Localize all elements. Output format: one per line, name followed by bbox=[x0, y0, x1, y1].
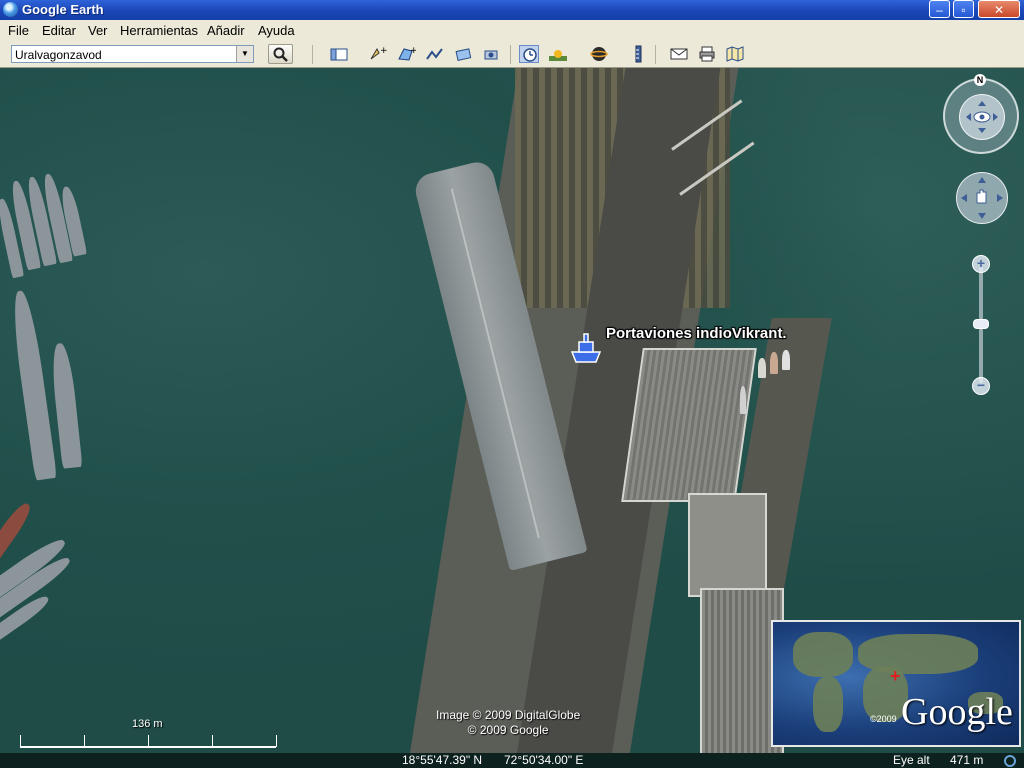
add-image-overlay-icon[interactable] bbox=[454, 45, 474, 63]
continent bbox=[813, 677, 843, 732]
moored-ship bbox=[8, 289, 58, 481]
continent bbox=[793, 632, 853, 677]
attribution-line: © 2009 Google bbox=[467, 723, 549, 737]
status-bar: 18°55'47.39" N 72°50'34.00" E Eye alt 47… bbox=[0, 753, 1024, 768]
warehouse-building bbox=[688, 493, 767, 597]
search-dropdown-button[interactable]: ▼ bbox=[236, 46, 253, 62]
look-control[interactable] bbox=[943, 78, 1019, 154]
small-boat bbox=[770, 352, 778, 374]
svg-text:+: + bbox=[380, 46, 387, 56]
add-placemark-icon[interactable]: + bbox=[367, 45, 388, 63]
maximize-button[interactable]: ▫ bbox=[953, 0, 974, 18]
svg-text:+: + bbox=[410, 46, 416, 56]
menu-herramientas[interactable]: Herramientas bbox=[120, 23, 198, 38]
minimize-button[interactable]: – bbox=[929, 0, 950, 18]
zoom-in-button[interactable]: + bbox=[972, 255, 990, 273]
latitude-readout: 18°55'47.39" N bbox=[402, 753, 483, 767]
view-in-maps-icon[interactable] bbox=[725, 45, 745, 63]
search-button[interactable] bbox=[268, 44, 293, 64]
close-button[interactable]: ✕ bbox=[978, 0, 1020, 18]
search-value: Uralvagonzavod bbox=[15, 48, 102, 62]
zoom-thumb[interactable] bbox=[973, 319, 989, 329]
eye-alt-value: 471 m bbox=[950, 753, 984, 767]
add-polygon-icon[interactable]: + bbox=[396, 45, 418, 63]
zoom-slider[interactable]: + − bbox=[972, 255, 990, 395]
scale-tick bbox=[212, 735, 213, 747]
menu-anadir[interactable]: Añadir bbox=[207, 23, 245, 38]
menu-ver[interactable]: Ver bbox=[88, 23, 108, 38]
hand-icon bbox=[961, 177, 1003, 219]
small-boat bbox=[758, 358, 766, 378]
moored-ship bbox=[49, 342, 83, 469]
look-center[interactable] bbox=[959, 94, 1005, 140]
scale-tick bbox=[20, 735, 21, 747]
longitude-readout: 72°50'34.00" E bbox=[504, 753, 584, 767]
sunlight-icon[interactable] bbox=[548, 45, 568, 63]
ship-placemark-icon[interactable] bbox=[566, 330, 606, 366]
menu-file[interactable]: File bbox=[8, 23, 29, 38]
google-earth-icon bbox=[3, 2, 18, 17]
toolbar: Uralvagonzavod ▼ + + bbox=[0, 42, 1024, 68]
menu-bar: File Editar Ver Herramientas Añadir Ayud… bbox=[0, 20, 1024, 43]
add-path-icon[interactable] bbox=[425, 45, 445, 63]
imagery-attribution: Image © 2009 DigitalGlobe © 2009 Google bbox=[436, 708, 580, 738]
small-boat bbox=[740, 386, 746, 414]
eye-alt-label: Eye alt bbox=[893, 753, 930, 767]
small-boat bbox=[782, 350, 790, 370]
toolbar-separator bbox=[510, 45, 511, 64]
scale-tick bbox=[84, 735, 85, 747]
overview-map[interactable]: + ©2009 Google bbox=[771, 620, 1021, 747]
eye-icon bbox=[966, 101, 998, 133]
north-indicator[interactable]: N bbox=[974, 74, 986, 86]
overview-copyright: ©2009 bbox=[870, 714, 897, 724]
search-input[interactable]: Uralvagonzavod ▼ bbox=[11, 45, 254, 63]
window-title: Google Earth bbox=[22, 2, 104, 17]
switch-to-sky-icon[interactable] bbox=[589, 45, 609, 63]
toolbar-separator bbox=[655, 45, 656, 64]
ruler-icon[interactable] bbox=[628, 45, 648, 63]
title-bar: Google Earth – ▫ ✕ bbox=[0, 0, 1024, 20]
historical-imagery-icon[interactable] bbox=[519, 45, 539, 63]
placemark-label[interactable]: Portaviones indioVikrant. bbox=[606, 325, 787, 342]
record-tour-icon[interactable] bbox=[482, 45, 502, 63]
scale-tick bbox=[276, 735, 277, 747]
sidebar-toggle-icon[interactable] bbox=[329, 45, 349, 63]
streaming-status-icon bbox=[1004, 755, 1016, 767]
magnifier-icon bbox=[273, 47, 288, 62]
menu-editar[interactable]: Editar bbox=[42, 23, 76, 38]
scale-label: 136 m bbox=[132, 718, 163, 730]
print-icon[interactable] bbox=[697, 45, 717, 63]
google-logo: Google bbox=[901, 691, 1013, 733]
warehouse-building bbox=[621, 348, 757, 502]
attribution-line: Image © 2009 DigitalGlobe bbox=[436, 708, 581, 722]
menu-ayuda[interactable]: Ayuda bbox=[258, 23, 295, 38]
email-icon[interactable] bbox=[669, 45, 689, 63]
move-control[interactable] bbox=[956, 172, 1008, 224]
zoom-out-button[interactable]: − bbox=[972, 377, 990, 395]
location-crosshair-icon: + bbox=[890, 666, 901, 686]
toolbar-separator bbox=[312, 45, 313, 64]
scale-tick bbox=[148, 735, 149, 747]
